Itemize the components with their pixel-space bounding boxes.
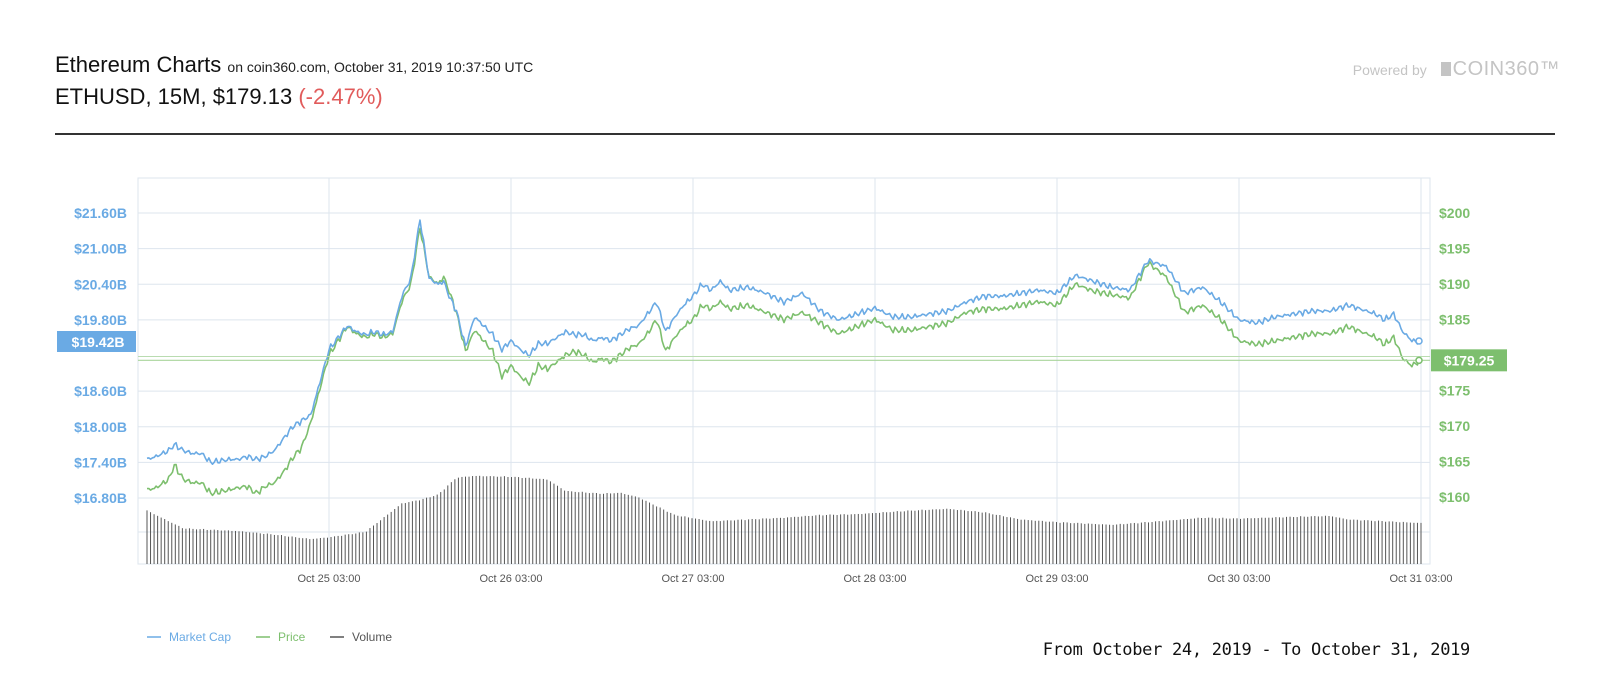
x-tick-label: Oct 25 03:00 — [298, 573, 361, 585]
x-tick-label: Oct 28 03:00 — [844, 573, 907, 585]
market-cap-badge-label: $19.42B — [72, 334, 125, 350]
x-tick-label: Oct 30 03:00 — [1208, 573, 1271, 585]
market-cap-line[interactable] — [146, 219, 1422, 465]
right-axis-tick-label: $185 — [1439, 312, 1470, 328]
plot-frame — [137, 177, 1431, 565]
left-axis-tick-label: $21.60B — [74, 205, 127, 221]
legend-label: Volume — [352, 630, 392, 644]
left-axis-tick-label: $19.80B — [74, 312, 127, 328]
price-badge-label: $179.25 — [1444, 352, 1495, 368]
x-tick-label: Oct 26 03:00 — [480, 573, 543, 585]
date-range: From October 24, 2019 - To October 31, 2… — [1042, 640, 1471, 660]
right-axis-tick-label: $175 — [1439, 383, 1470, 399]
left-axis-tick-label: $21.00B — [74, 241, 127, 257]
right-axis-tick-label: $165 — [1439, 454, 1470, 470]
left-axis-tick-label: $20.40B — [74, 276, 127, 292]
right-axis-tick-label: $160 — [1439, 489, 1470, 505]
x-tick-label: Oct 29 03:00 — [1026, 573, 1089, 585]
volume-bars — [146, 475, 1422, 564]
price-line[interactable] — [146, 227, 1422, 497]
right-axis-tick-label: $190 — [1439, 276, 1470, 292]
right-axis-tick-label: $195 — [1439, 241, 1470, 257]
market-chart[interactable]: Oct 25 03:00 Oct 26 03:00 Oct 27 03:00 Oct … — [0, 0, 1600, 700]
right-axis-tick-label: $170 — [1439, 418, 1470, 434]
left-axis-tick-label: $18.00B — [74, 419, 127, 435]
left-axis-tick-label: $17.40B — [74, 454, 127, 470]
market-cap-end-marker — [1415, 337, 1423, 345]
legend-label: Market Cap — [169, 630, 231, 644]
x-tick-label: Oct 27 03:00 — [662, 573, 725, 585]
price-end-marker — [1415, 356, 1423, 365]
x-tick-label: Oct 31 03:00 — [1390, 573, 1453, 585]
left-axis-tick-label: $18.60B — [74, 383, 127, 399]
left-axis-tick-label: $16.80B — [74, 490, 127, 506]
legend-label: Price — [278, 630, 306, 644]
right-axis-tick-label: $200 — [1439, 205, 1470, 221]
